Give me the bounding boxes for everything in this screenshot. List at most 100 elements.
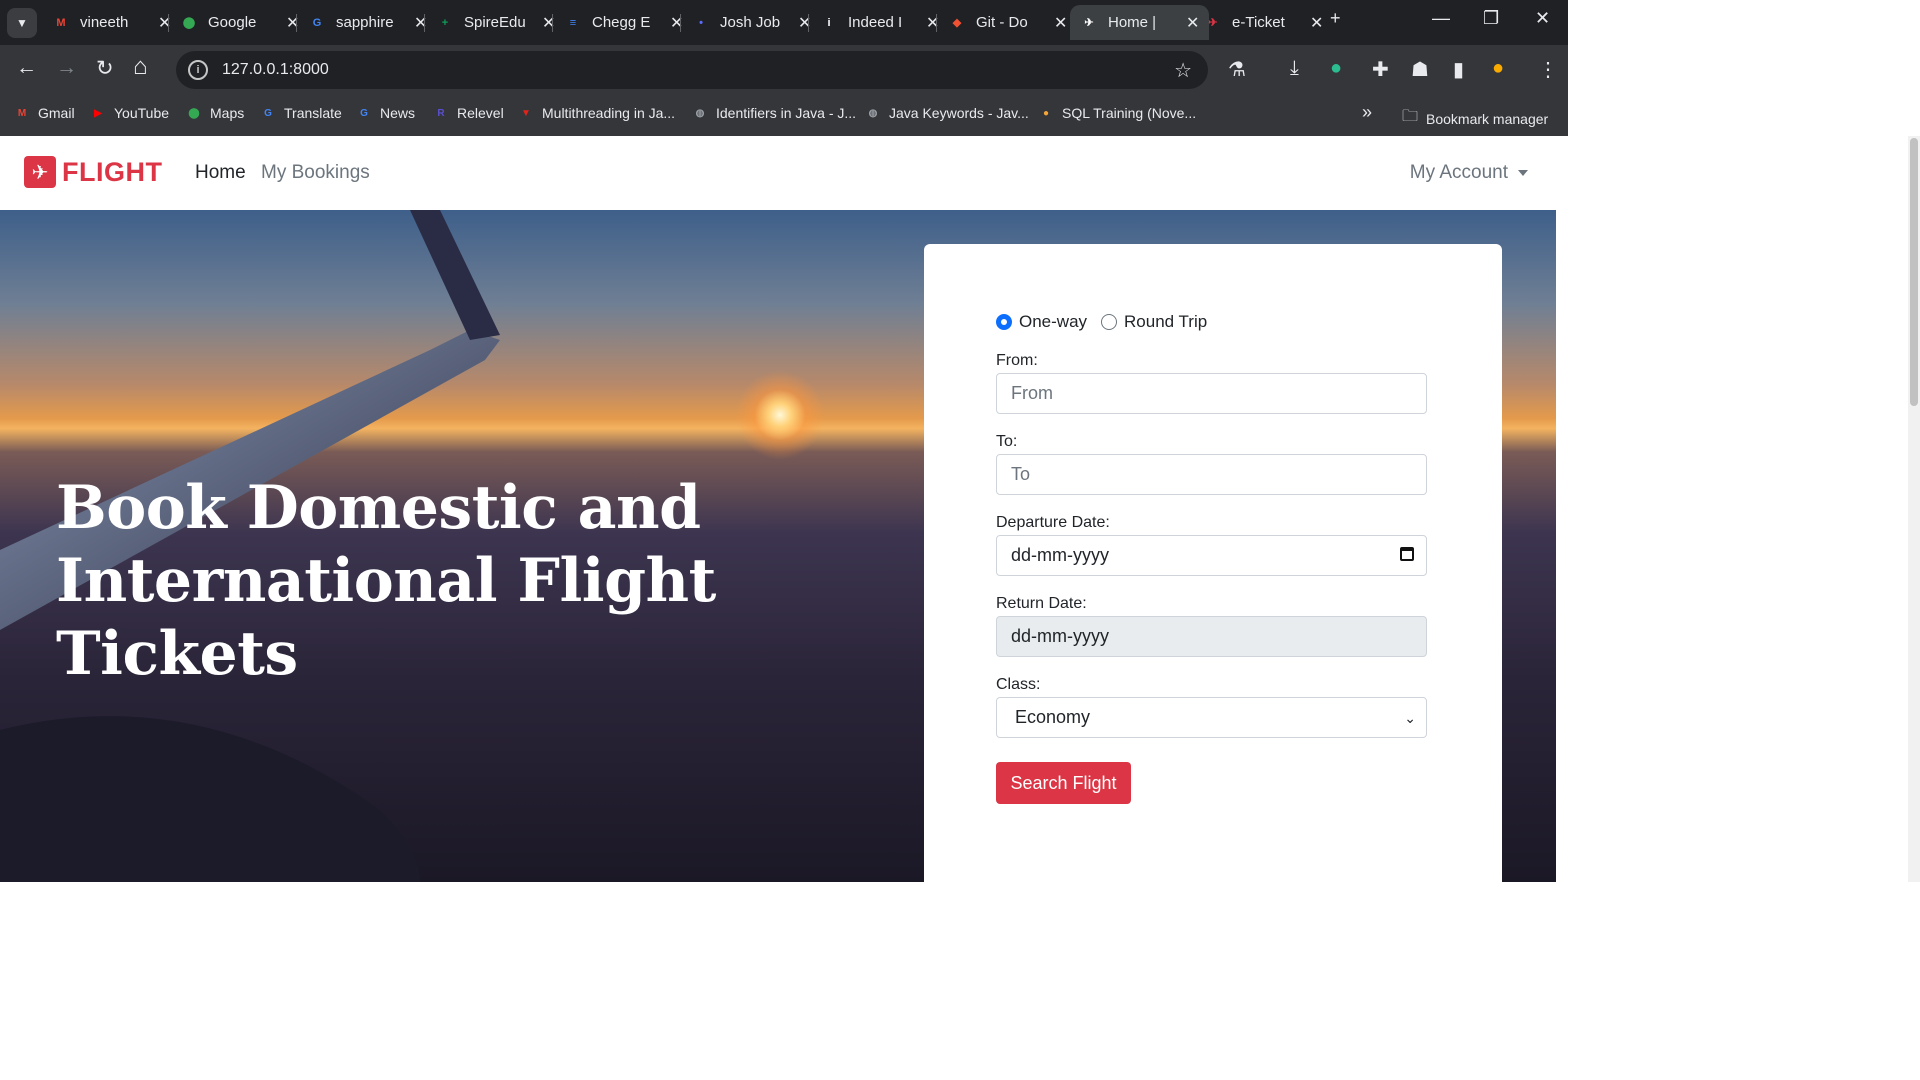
- close-tab-icon[interactable]: ✕: [542, 13, 555, 33]
- browser-tab[interactable]: Gsapphire ✕: [308, 5, 428, 40]
- back-icon[interactable]: ←: [16, 56, 37, 80]
- bookmark-manager-link[interactable]: 🗀 Bookmark manager: [1402, 105, 1548, 132]
- browser-tab[interactable]: + SpireEdu ✕: [436, 5, 556, 40]
- close-tab-icon[interactable]: ✕: [798, 13, 811, 33]
- more-bookmarks-icon[interactable]: »: [1362, 102, 1372, 123]
- my-account-dropdown[interactable]: My Account: [1410, 162, 1528, 184]
- scrollbar-thumb[interactable]: [1910, 138, 1918, 406]
- calendar-icon[interactable]: [1400, 547, 1414, 561]
- bookmark-item[interactable]: ▼ Multithreading in Ja...: [518, 105, 675, 121]
- to-input[interactable]: To: [996, 454, 1427, 495]
- bookmark-label: SQL Training (Nove...: [1062, 105, 1197, 121]
- bookmark-manager-label: Bookmark manager: [1426, 110, 1549, 127]
- sql-icon: ●: [1042, 107, 1050, 119]
- nav-home-link[interactable]: Home: [195, 162, 246, 184]
- bookmark-label: Relevel: [457, 105, 504, 121]
- new-tab-button[interactable]: +: [1330, 8, 1341, 29]
- bookmark-item[interactable]: M Gmail: [14, 105, 75, 121]
- git-icon: ◆: [952, 17, 962, 29]
- bookmark-label: Gmail: [38, 105, 75, 121]
- plane-logo-icon: ✈: [24, 156, 56, 188]
- close-tab-icon[interactable]: ✕: [1054, 13, 1067, 33]
- round-trip-label[interactable]: Round Trip: [1124, 312, 1207, 332]
- round-trip-radio[interactable]: [1101, 314, 1118, 330]
- home-icon[interactable]: ⌂: [133, 53, 148, 81]
- hero-heading: Book Domestic and International Flight T…: [56, 473, 716, 689]
- browser-tab[interactable]: Mvineeth ✕: [52, 5, 171, 40]
- browser-tab[interactable]: • Josh Job ✕: [692, 5, 811, 40]
- departure-date-input[interactable]: dd-mm-yyyy: [996, 535, 1427, 576]
- profile-avatar-icon[interactable]: ●: [1492, 57, 1504, 80]
- forward-icon[interactable]: →: [56, 56, 77, 80]
- extensions-puzzle-icon[interactable]: ✚: [1372, 57, 1389, 82]
- restore-button[interactable]: ❐: [1483, 8, 1499, 29]
- bookmark-label: Multithreading in Ja...: [542, 105, 676, 121]
- browser-tab[interactable]: ◆ Git - Do ✕: [948, 5, 1068, 40]
- reload-icon[interactable]: ↻: [96, 56, 114, 81]
- bookmark-item[interactable]: R Relevel: [433, 105, 504, 121]
- download-icon[interactable]: ⤓: [1290, 57, 1299, 80]
- close-tab-icon[interactable]: ✕: [1186, 13, 1199, 33]
- extension-shield-icon[interactable]: ●: [1330, 57, 1342, 80]
- brand-logo[interactable]: ✈ FLIGHT: [24, 156, 162, 188]
- tab-title: Git - Do: [976, 14, 1028, 31]
- tab-title: Josh Job: [720, 14, 781, 31]
- return-date-value: dd-mm-yyyy: [1011, 626, 1109, 646]
- tab-separator: [680, 14, 681, 32]
- tab-search-button[interactable]: ▼: [7, 7, 37, 38]
- google-icon: G: [312, 16, 322, 29]
- browser-tab[interactable]: i Indeed I ✕: [820, 5, 939, 40]
- bookmark-item[interactable]: ◍ Java Keywords - Jav...: [865, 105, 1029, 121]
- close-tab-icon[interactable]: ✕: [158, 13, 171, 33]
- class-select[interactable]: Economy ⌄: [996, 697, 1427, 738]
- bookmark-item[interactable]: ⬤ Maps: [186, 105, 244, 121]
- one-way-label[interactable]: One-way: [1019, 312, 1087, 332]
- browser-tab[interactable]: ≡ Chegg E ✕: [564, 5, 684, 40]
- nav-my-bookings-link[interactable]: My Bookings: [261, 162, 370, 184]
- bookmark-star-icon[interactable]: ☆: [1174, 58, 1192, 83]
- bookmark-item[interactable]: ● SQL Training (Nove...: [1038, 105, 1196, 121]
- departure-date-value: dd-mm-yyyy: [1011, 545, 1109, 565]
- browser-tab[interactable]: ✈ e-Ticket ✕: [1204, 5, 1323, 40]
- google-maps-icon: ⬤: [182, 17, 196, 29]
- one-way-radio[interactable]: [996, 314, 1012, 330]
- close-tab-icon[interactable]: ✕: [926, 13, 939, 33]
- tab-separator: [552, 14, 553, 32]
- sheets-icon: +: [441, 16, 449, 29]
- labs-flask-icon[interactable]: ⚗: [1228, 57, 1246, 82]
- flight-search-card: One-way Round Trip From: From To: To Dep…: [924, 244, 1502, 882]
- brand-name: FLIGHT: [62, 156, 163, 187]
- bookmark-item[interactable]: ▶ YouTube: [90, 105, 169, 121]
- browser-tab[interactable]: ✈ Home | ✕: [1070, 5, 1210, 40]
- bookmark-label: News: [380, 105, 416, 121]
- bookmarks-icon[interactable]: ▮: [1453, 57, 1464, 82]
- trip-type-group: One-way Round Trip: [996, 312, 1207, 332]
- from-input[interactable]: From: [996, 373, 1427, 414]
- bookmark-item[interactable]: ◍ Identifiers in Java - J...: [692, 105, 856, 121]
- translate-icon: G: [264, 107, 272, 119]
- close-tab-icon[interactable]: ✕: [414, 13, 427, 33]
- return-date-input[interactable]: dd-mm-yyyy: [996, 616, 1427, 657]
- close-tab-icon[interactable]: ✕: [670, 13, 683, 33]
- search-flight-button[interactable]: Search Flight: [996, 762, 1131, 804]
- close-window-button[interactable]: ✕: [1535, 8, 1550, 29]
- tab-separator: [296, 14, 297, 32]
- browser-tab[interactable]: ⬤ Google ✕: [180, 5, 300, 40]
- minimize-button[interactable]: —: [1432, 8, 1450, 29]
- bookmark-label: Translate: [284, 105, 342, 121]
- menu-kebab-icon[interactable]: ⋮: [1538, 57, 1558, 82]
- bookmark-item[interactable]: G Translate: [260, 105, 342, 121]
- page-scrollbar[interactable]: [1908, 136, 1920, 882]
- class-selected-value: Economy: [1015, 707, 1091, 727]
- bookmark-item[interactable]: G News: [356, 105, 415, 121]
- bookmarks-bar: M Gmail ▶ YouTube ⬤ Maps G Translate G News R Relev…: [0, 95, 1568, 136]
- close-tab-icon[interactable]: ✕: [1310, 13, 1323, 33]
- departure-date-label: Departure Date:: [996, 514, 1110, 531]
- close-tab-icon[interactable]: ✕: [286, 13, 299, 33]
- site-info-icon[interactable]: i: [188, 60, 208, 80]
- incognito-icon[interactable]: ☗: [1411, 57, 1429, 82]
- site-favicon-icon: ✈: [1084, 17, 1094, 29]
- tab-separator: [808, 14, 809, 32]
- address-bar[interactable]: i 127.0.0.1:8000 ☆: [176, 51, 1208, 89]
- bookmark-label: Java Keywords - Jav...: [889, 105, 1029, 121]
